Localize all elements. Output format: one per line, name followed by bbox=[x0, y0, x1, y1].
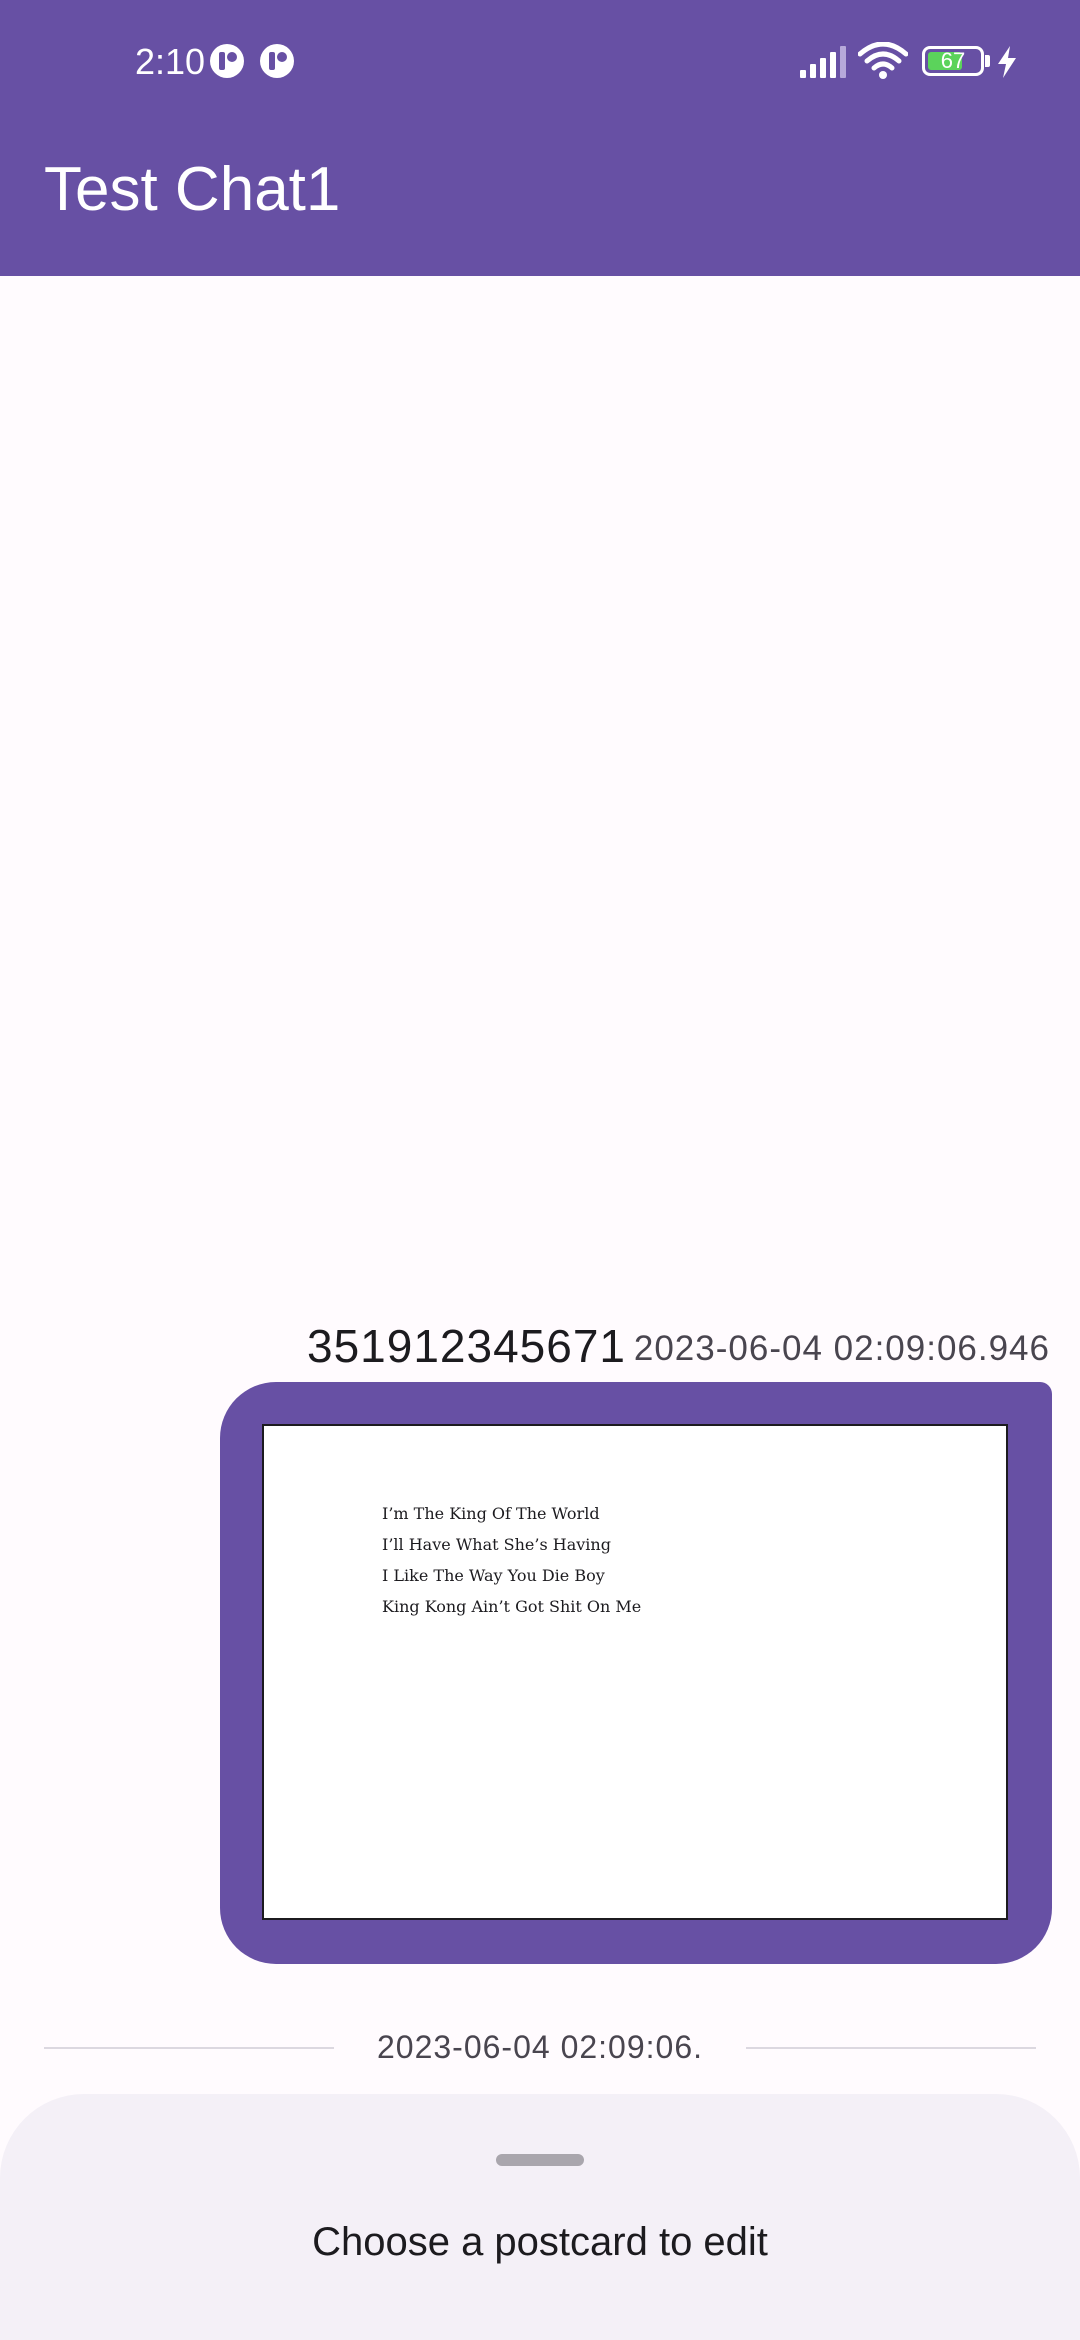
notification-icon bbox=[210, 44, 244, 78]
battery-percent: 67 bbox=[940, 48, 966, 73]
postcard-line: King Kong Ain’t Got Shit On Me bbox=[382, 1597, 642, 1616]
date-divider-label: 2023-06-04 02:09:06. bbox=[376, 2029, 704, 2065]
battery-tip bbox=[985, 55, 990, 67]
postcard-line: I’m The King Of The World bbox=[382, 1504, 600, 1523]
message-sender: 351912345671 bbox=[307, 1320, 626, 1372]
bottom-sheet: Choose a postcard to edit bbox=[0, 2094, 1080, 2340]
battery-icon: 67 bbox=[922, 46, 984, 76]
drag-handle[interactable] bbox=[496, 2154, 584, 2166]
divider-line bbox=[44, 2047, 334, 2049]
status-time: 2:10 bbox=[135, 41, 206, 82]
charging-bolt-icon bbox=[998, 46, 1016, 78]
signal-icon bbox=[800, 46, 846, 78]
divider-line bbox=[746, 2047, 1036, 2049]
wifi-icon bbox=[858, 42, 908, 79]
postcard-line: I’ll Have What She’s Having bbox=[382, 1535, 611, 1554]
notification-icon bbox=[260, 44, 294, 78]
message-timestamp: 2023-06-04 02:09:06.946 bbox=[633, 1329, 1050, 1368]
message-bubble[interactable]: I’m The King Of The World I’ll Have What… bbox=[220, 1382, 1052, 1964]
page-title: Test Chat1 bbox=[44, 155, 341, 224]
postcard-line: I Like The Way You Die Boy bbox=[382, 1566, 605, 1585]
bottom-sheet-title: Choose a postcard to edit bbox=[312, 2220, 768, 2264]
postcard-preview[interactable]: I’m The King Of The World I’ll Have What… bbox=[262, 1424, 1008, 1920]
app-header: 2:10 67 Test Chat1 bbox=[0, 0, 1080, 276]
postcard-text: I’m The King Of The World I’ll Have What… bbox=[382, 1498, 641, 1622]
